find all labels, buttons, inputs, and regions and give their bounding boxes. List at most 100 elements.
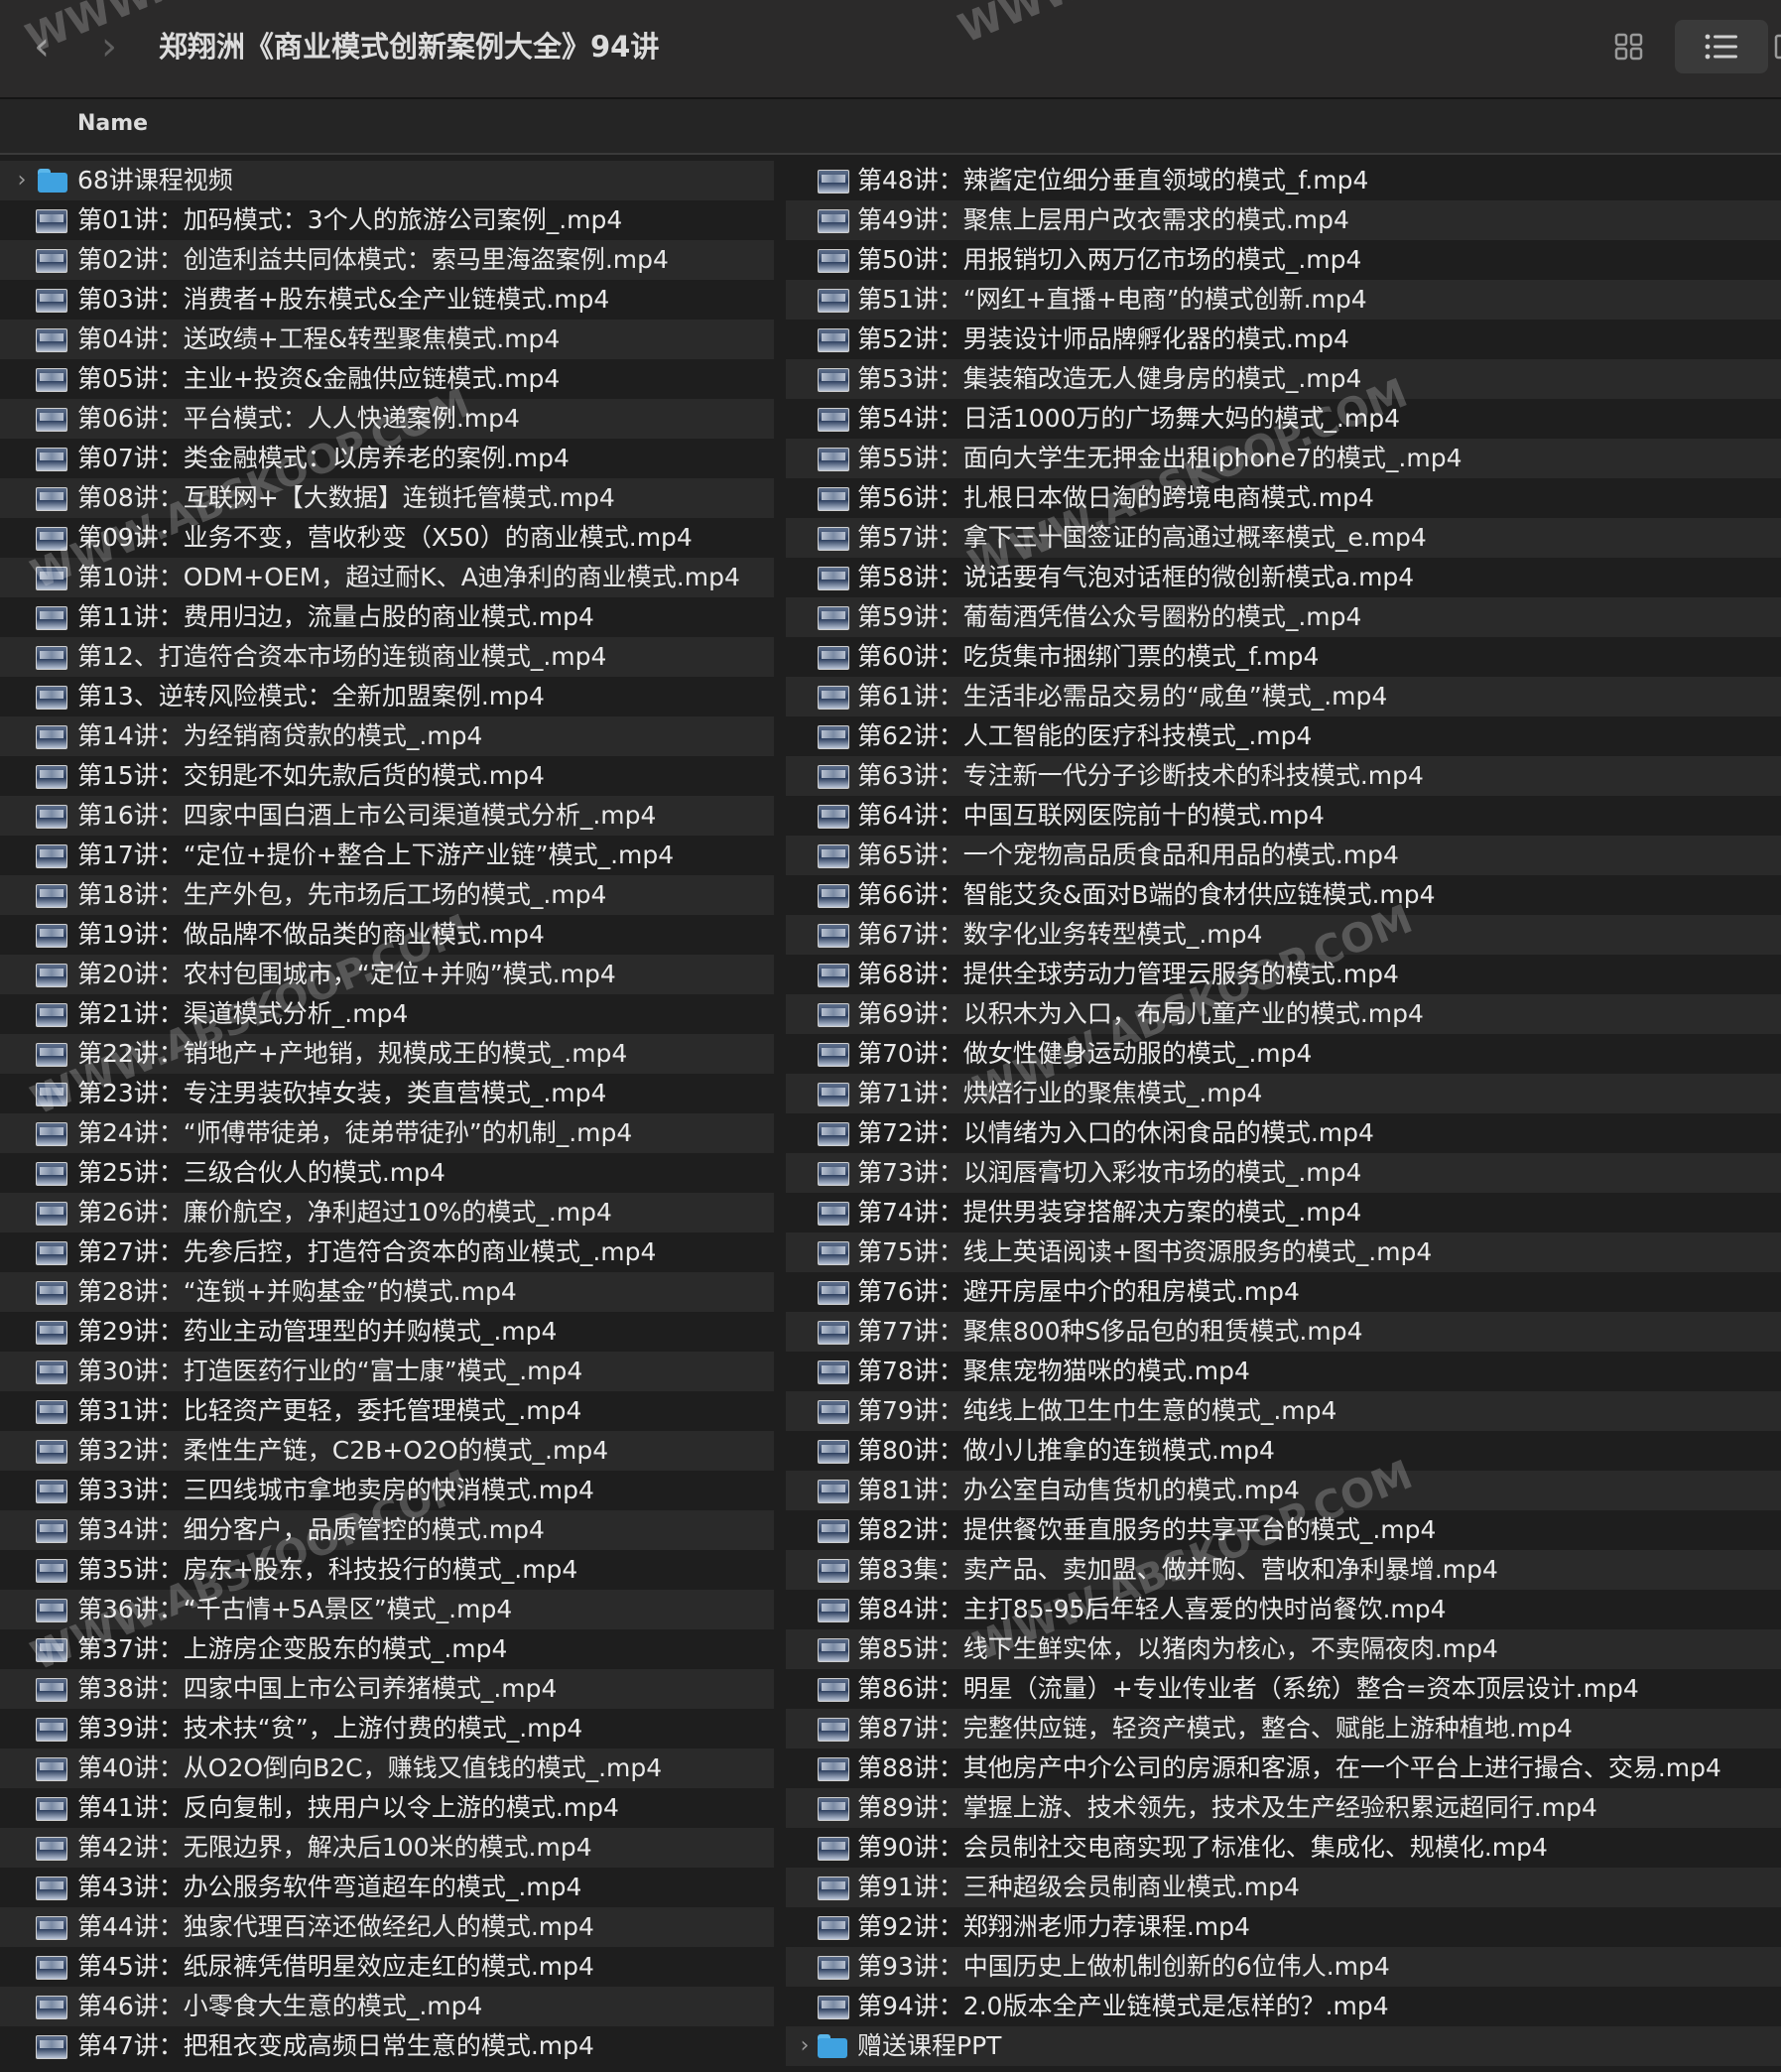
file-row[interactable]: 第74讲：提供男装穿搭解决方案的模式_.mp4	[786, 1193, 1781, 1232]
file-row[interactable]: 第09讲：业务不变，营收秒变（X50）的商业模式.mp4	[0, 518, 774, 558]
file-row[interactable]: 第70讲：做女性健身运动服的模式_.mp4	[786, 1034, 1781, 1074]
file-row[interactable]: 第44讲：独家代理百淬还做经纪人的模式.mp4	[0, 1907, 774, 1947]
file-row[interactable]: 第15讲：交钥匙不如先款后货的模式.mp4	[0, 756, 774, 796]
file-row[interactable]: 第68讲：提供全球劳动力管理云服务的模式.mp4	[786, 955, 1781, 994]
file-row[interactable]: 第14讲：为经销商贷款的模式_.mp4	[0, 716, 774, 756]
file-row[interactable]: 第63讲：专注新一代分子诊断技术的科技模式.mp4	[786, 756, 1781, 796]
file-row[interactable]: 第13、逆转风险模式：全新加盟案例.mp4	[0, 677, 774, 716]
file-row[interactable]: 第88讲：其他房产中介公司的房源和客源，在一个平台上进行撮合、交易.mp4	[786, 1748, 1781, 1788]
forward-button[interactable]: ›	[89, 24, 129, 69]
back-button[interactable]: ‹	[22, 24, 62, 69]
disclosure-triangle-icon[interactable]: ›	[14, 161, 30, 200]
file-row[interactable]: 第58讲：说话要有气泡对话框的微创新模式a.mp4	[786, 558, 1781, 597]
file-row[interactable]: 第56讲：扎根日本做日淘的跨境电商模式.mp4	[786, 478, 1781, 518]
file-row[interactable]: 第94讲：2.0版本全产业链模式是怎样的？.mp4	[786, 1987, 1781, 2026]
file-row[interactable]: 第73讲：以润唇膏切入彩妆市场的模式_.mp4	[786, 1153, 1781, 1193]
folder-row[interactable]: › 赠送课程PPT	[786, 2026, 1781, 2066]
file-row[interactable]: 第28讲：“连锁+并购基金”的模式.mp4	[0, 1272, 774, 1312]
file-row[interactable]: 第04讲：送政绩+工程&转型聚焦模式.mp4	[0, 320, 774, 359]
file-row[interactable]: 第66讲：智能艾灸&面对B端的食材供应链模式.mp4	[786, 875, 1781, 915]
file-row[interactable]: 第25讲：三级合伙人的模式.mp4	[0, 1153, 774, 1193]
file-row[interactable]: 第38讲：四家中国上市公司养猪模式_.mp4	[0, 1669, 774, 1709]
file-row[interactable]: 第12、打造符合资本市场的连锁商业模式_.mp4	[0, 637, 774, 677]
file-row[interactable]: 第65讲：一个宠物高品质食品和用品的模式.mp4	[786, 836, 1781, 875]
file-row[interactable]: 第45讲：纸尿裤凭借明星效应走红的模式.mp4	[0, 1947, 774, 1987]
file-row[interactable]: 第27讲：先参后控，打造符合资本的商业模式_.mp4	[0, 1232, 774, 1272]
file-row[interactable]: 第48讲：辣酱定位细分垂直领域的模式_f.mp4	[786, 161, 1781, 200]
file-row[interactable]: 第11讲：费用归边，流量占股的商业模式.mp4	[0, 597, 774, 637]
file-row[interactable]: 第36讲：“千古情+5A景区”模式_.mp4	[0, 1590, 774, 1629]
file-row[interactable]: 第41讲：反向复制，挟用户以令上游的模式.mp4	[0, 1788, 774, 1828]
file-row[interactable]: 第43讲：办公服务软件弯道超车的模式_.mp4	[0, 1868, 774, 1907]
file-row[interactable]: 第16讲：四家中国白酒上市公司渠道模式分析_.mp4	[0, 796, 774, 836]
file-row[interactable]: 第92讲：郑翔洲老师力荐课程.mp4	[786, 1907, 1781, 1947]
file-row[interactable]: 第93讲：中国历史上做机制创新的6位伟人.mp4	[786, 1947, 1781, 1987]
folder-row[interactable]: › 68讲课程视频	[0, 161, 774, 200]
file-row[interactable]: 第47讲：把租衣变成高频日常生意的模式.mp4	[0, 2026, 774, 2066]
file-row[interactable]: 第76讲：避开房屋中介的租房模式.mp4	[786, 1272, 1781, 1312]
file-row[interactable]: 第84讲：主打85-95后年轻人喜爱的快时尚餐饮.mp4	[786, 1590, 1781, 1629]
file-row[interactable]: 第82讲：提供餐饮垂直服务的共享平台的模式_.mp4	[786, 1510, 1781, 1550]
file-row[interactable]: 第42讲：无限边界，解决后100米的模式.mp4	[0, 1828, 774, 1868]
file-row[interactable]: 第39讲：技术扶“贫”，上游付费的模式_.mp4	[0, 1709, 774, 1748]
file-row[interactable]: 第19讲：做品牌不做品类的商业模式.mp4	[0, 915, 774, 955]
file-row[interactable]: 第67讲：数字化业务转型模式_.mp4	[786, 915, 1781, 955]
file-row[interactable]: 第89讲：掌握上游、技术领先，技术及生产经验积累远超同行.mp4	[786, 1788, 1781, 1828]
file-row[interactable]: 第33讲：三四线城市拿地卖房的快消模式.mp4	[0, 1471, 774, 1510]
file-row[interactable]: 第30讲：打造医药行业的“富士康”模式_.mp4	[0, 1352, 774, 1391]
file-row[interactable]: 第22讲：销地产+产地销，规模成王的模式_.mp4	[0, 1034, 774, 1074]
file-row[interactable]: 第29讲：药业主动管理型的并购模式_.mp4	[0, 1312, 774, 1352]
file-row[interactable]: 第60讲：吃货集市捆绑门票的模式_f.mp4	[786, 637, 1781, 677]
file-row[interactable]: 第91讲：三种超级会员制商业模式.mp4	[786, 1868, 1781, 1907]
file-row[interactable]: 第72讲：以情绪为入口的休闲食品的模式.mp4	[786, 1113, 1781, 1153]
file-row[interactable]: 第05讲：主业+投资&金融供应链模式.mp4	[0, 359, 774, 399]
file-row[interactable]: 第61讲：生活非必需品交易的“咸鱼”模式_.mp4	[786, 677, 1781, 716]
file-row[interactable]: 第90讲：会员制社交电商实现了标准化、集成化、规模化.mp4	[786, 1828, 1781, 1868]
file-row[interactable]: 第78讲：聚焦宠物猫咪的模式.mp4	[786, 1352, 1781, 1391]
file-row[interactable]: 第37讲：上游房企变股东的模式_.mp4	[0, 1629, 774, 1669]
file-row[interactable]: 第75讲：线上英语阅读+图书资源服务的模式_.mp4	[786, 1232, 1781, 1272]
file-row[interactable]: 第51讲：“网红+直播+电商”的模式创新.mp4	[786, 280, 1781, 320]
file-row[interactable]: 第77讲：聚焦800种S侈品包的租赁模式.mp4	[786, 1312, 1781, 1352]
file-row[interactable]: 第18讲：生产外包，先市场后工场的模式_.mp4	[0, 875, 774, 915]
file-row[interactable]: 第06讲：平台模式：人人快递案例.mp4	[0, 399, 774, 439]
file-row[interactable]: 第08讲：互联网+【大数据】连锁托管模式.mp4	[0, 478, 774, 518]
file-row[interactable]: 第20讲：农村包围城市，“定位+并购”模式.mp4	[0, 955, 774, 994]
file-row[interactable]: 第10讲：ODM+OEM，超过耐K、A迪净利的商业模式.mp4	[0, 558, 774, 597]
file-row[interactable]: 第53讲：集装箱改造无人健身房的模式_.mp4	[786, 359, 1781, 399]
file-row[interactable]: 第83集：卖产品、卖加盟、做并购、营收和净利暴增.mp4	[786, 1550, 1781, 1590]
file-row[interactable]: 第17讲：“定位+提价+整合上下游产业链”模式_.mp4	[0, 836, 774, 875]
file-row[interactable]: 第02讲：创造利益共同体模式：索马里海盗案例.mp4	[0, 240, 774, 280]
file-row[interactable]: 第23讲：专注男装砍掉女装，类直营模式_.mp4	[0, 1074, 774, 1113]
file-row[interactable]: 第54讲：日活1000万的广场舞大妈的模式_.mp4	[786, 399, 1781, 439]
file-row[interactable]: 第64讲：中国互联网医院前十的模式.mp4	[786, 796, 1781, 836]
file-row[interactable]: 第59讲：葡萄酒凭借公众号圈粉的模式_.mp4	[786, 597, 1781, 637]
file-row[interactable]: 第81讲：办公室自动售货机的模式.mp4	[786, 1471, 1781, 1510]
file-row[interactable]: 第80讲：做小儿推拿的连锁模式.mp4	[786, 1431, 1781, 1471]
file-row[interactable]: 第49讲：聚焦上层用户改衣需求的模式.mp4	[786, 200, 1781, 240]
file-row[interactable]: 第86讲：明星（流量）+专业传业者（系统）整合=资本顶层设计.mp4	[786, 1669, 1781, 1709]
name-column-header[interactable]: Name	[77, 111, 148, 136]
file-row[interactable]: 第21讲：渠道模式分析_.mp4	[0, 994, 774, 1034]
file-row[interactable]: 第57讲：拿下三十国签证的高通过概率模式_e.mp4	[786, 518, 1781, 558]
file-row[interactable]: 第46讲：小零食大生意的模式_.mp4	[0, 1987, 774, 2026]
disclosure-triangle-icon[interactable]: ›	[797, 2026, 813, 2066]
file-row[interactable]: 第69讲：以积木为入口，布局儿童产业的模式.mp4	[786, 994, 1781, 1034]
file-row[interactable]: 第87讲：完整供应链，轻资产模式，整合、赋能上游种植地.mp4	[786, 1709, 1781, 1748]
file-row[interactable]: 第31讲：比轻资产更轻，委托管理模式_.mp4	[0, 1391, 774, 1431]
file-row[interactable]: 第79讲：纯线上做卫生巾生意的模式_.mp4	[786, 1391, 1781, 1431]
file-row[interactable]: 第50讲：用报销切入两万亿市场的模式_.mp4	[786, 240, 1781, 280]
file-row[interactable]: 第26讲：廉价航空，净利超过10%的模式_.mp4	[0, 1193, 774, 1232]
file-row[interactable]: 第85讲：线下生鲜实体，以猪肉为核心，不卖隔夜肉.mp4	[786, 1629, 1781, 1669]
file-row[interactable]: 第03讲：消费者+股东模式&全产业链模式.mp4	[0, 280, 774, 320]
file-row[interactable]: 第55讲：面向大学生无押金出租iphone7的模式_.mp4	[786, 439, 1781, 478]
file-row[interactable]: 第62讲：人工智能的医疗科技模式_.mp4	[786, 716, 1781, 756]
file-row[interactable]: 第07讲：类金融模式：以房养老的案例.mp4	[0, 439, 774, 478]
file-row[interactable]: 第52讲：男装设计师品牌孵化器的模式.mp4	[786, 320, 1781, 359]
column-view-button[interactable]	[1772, 20, 1781, 73]
grid-view-button[interactable]	[1599, 20, 1659, 73]
list-view-button[interactable]	[1675, 20, 1768, 73]
file-row[interactable]: 第32讲：柔性生产链，C2B+O2O的模式_.mp4	[0, 1431, 774, 1471]
file-row[interactable]: 第24讲：“师傅带徒弟，徒弟带徒孙”的机制_.mp4	[0, 1113, 774, 1153]
file-row[interactable]: 第34讲：细分客户，品质管控的模式.mp4	[0, 1510, 774, 1550]
